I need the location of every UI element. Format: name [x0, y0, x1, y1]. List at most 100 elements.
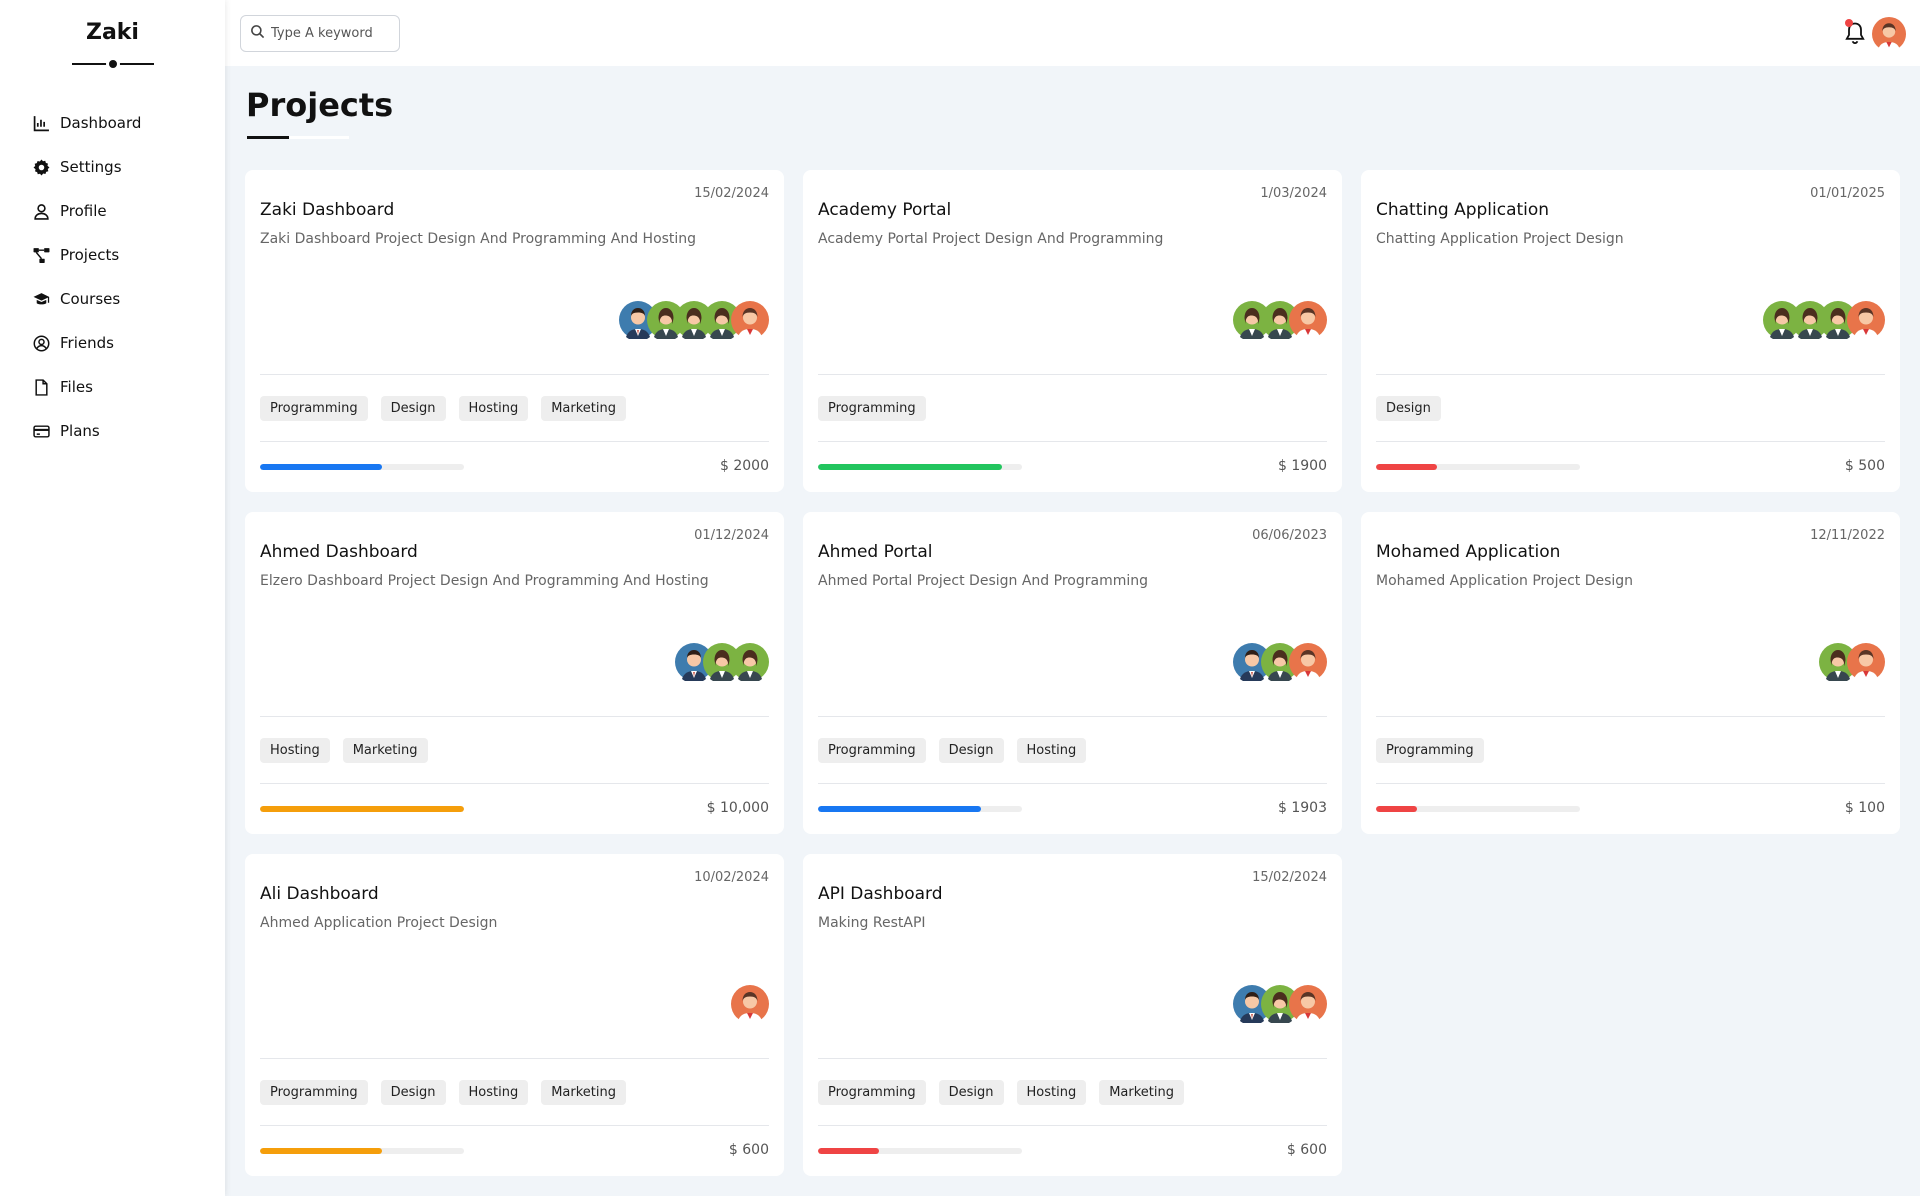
project-card[interactable]: 15/02/2024 API Dashboard Making RestAPI … — [803, 854, 1342, 1176]
avatar[interactable] — [1847, 301, 1885, 339]
tag-marketing[interactable]: Marketing — [1099, 1080, 1185, 1105]
project-title: Zaki Dashboard — [260, 200, 395, 220]
tag-design[interactable]: Design — [1376, 396, 1441, 421]
tag-marketing[interactable]: Marketing — [541, 396, 627, 421]
project-title: Ali Dashboard — [260, 884, 379, 904]
tag-list: Programming Design Hosting — [818, 738, 1087, 763]
tag-hosting[interactable]: Hosting — [458, 1080, 529, 1105]
team-avatars — [1763, 301, 1885, 339]
project-date: 01/12/2024 — [694, 528, 769, 543]
progress-fill — [260, 464, 383, 470]
progress-fill — [260, 1148, 383, 1154]
avatar[interactable] — [731, 985, 769, 1023]
projects-grid: 15/02/2024 Zaki Dashboard Zaki Dashboard… — [245, 170, 1900, 1176]
sidebar-nav: Dashboard Settings Profile Projects Cour… — [0, 101, 225, 453]
tag-hosting[interactable]: Hosting — [1016, 1080, 1087, 1105]
team-avatars — [619, 301, 769, 339]
progress-fill — [1376, 806, 1417, 812]
tag-programming[interactable]: Programming — [260, 1080, 368, 1105]
avatar[interactable] — [731, 643, 769, 681]
progress-fill — [818, 1148, 880, 1154]
project-price: $ 100 — [1844, 800, 1885, 816]
avatar[interactable] — [1872, 17, 1906, 54]
tag-design[interactable]: Design — [938, 738, 1004, 763]
project-title: Ahmed Portal — [818, 542, 933, 562]
sidebar-item-label: Plans — [60, 422, 100, 440]
tag-design[interactable]: Design — [380, 1080, 446, 1105]
avatar[interactable] — [731, 301, 769, 339]
notifications-button[interactable] — [1843, 19, 1867, 46]
tag-marketing[interactable]: Marketing — [541, 1080, 627, 1105]
project-date: 15/02/2024 — [1252, 870, 1327, 885]
avatar[interactable] — [1847, 643, 1885, 681]
sidebar-item-projects[interactable]: Projects — [0, 233, 225, 277]
sidebar-item-label: Projects — [60, 246, 120, 264]
project-card[interactable]: 01/01/2025 Chatting Application Chatting… — [1361, 170, 1900, 492]
project-card[interactable]: 1/03/2024 Academy Portal Academy Portal … — [803, 170, 1342, 492]
divider — [260, 441, 769, 442]
divider — [260, 1058, 769, 1059]
tag-programming[interactable]: Programming — [260, 396, 368, 421]
progress-bar — [260, 1148, 464, 1154]
credit-card-icon — [31, 421, 51, 441]
project-description: Zaki Dashboard Project Design And Progra… — [260, 231, 697, 247]
tag-marketing[interactable]: Marketing — [342, 738, 428, 763]
project-card[interactable]: 01/12/2024 Ahmed Dashboard Elzero Dashbo… — [245, 512, 784, 834]
project-title: API Dashboard — [818, 884, 943, 904]
user-circle-icon — [31, 333, 51, 353]
sidebar-item-friends[interactable]: Friends — [0, 321, 225, 365]
project-title: Academy Portal — [818, 200, 952, 220]
sidebar-item-settings[interactable]: Settings — [0, 145, 225, 189]
divider — [818, 783, 1327, 784]
search-box[interactable] — [240, 15, 400, 52]
avatar[interactable] — [1289, 985, 1327, 1023]
tag-programming[interactable]: Programming — [818, 396, 926, 421]
project-date: 1/03/2024 — [1260, 186, 1327, 201]
tag-hosting[interactable]: Hosting — [260, 738, 330, 763]
avatar[interactable] — [1289, 643, 1327, 681]
tag-design[interactable]: Design — [380, 396, 446, 421]
project-card[interactable]: 15/02/2024 Zaki Dashboard Zaki Dashboard… — [245, 170, 784, 492]
sidebar-item-plans[interactable]: Plans — [0, 409, 225, 453]
team-avatars — [1233, 985, 1327, 1023]
avatar[interactable] — [1289, 301, 1327, 339]
tag-design[interactable]: Design — [938, 1080, 1004, 1105]
project-price: $ 600 — [728, 1142, 769, 1158]
search-icon — [241, 24, 265, 43]
search-input[interactable] — [271, 26, 391, 41]
sidebar-item-courses[interactable]: Courses — [0, 277, 225, 321]
team-avatars — [675, 643, 769, 681]
tag-programming[interactable]: Programming — [818, 1080, 926, 1105]
project-title: Mohamed Application — [1376, 542, 1561, 562]
progress-bar — [818, 464, 1022, 470]
divider — [260, 1125, 769, 1126]
divider — [1376, 374, 1885, 375]
project-title: Ahmed Dashboard — [260, 542, 418, 562]
brand-title: Zaki — [86, 20, 139, 45]
project-card[interactable]: 06/06/2023 Ahmed Portal Ahmed Portal Pro… — [803, 512, 1342, 834]
diagram-icon — [31, 245, 51, 265]
progress-bar — [260, 464, 464, 470]
sidebar-item-dashboard[interactable]: Dashboard — [0, 101, 225, 145]
tag-hosting[interactable]: Hosting — [1016, 738, 1087, 763]
sidebar-item-files[interactable]: Files — [0, 365, 225, 409]
graduation-cap-icon — [31, 289, 51, 309]
project-description: Academy Portal Project Design And Progra… — [818, 231, 1164, 247]
project-date: 10/02/2024 — [694, 870, 769, 885]
project-card[interactable]: 10/02/2024 Ali Dashboard Ahmed Applicati… — [245, 854, 784, 1176]
project-price: $ 600 — [1286, 1142, 1327, 1158]
sidebar-item-profile[interactable]: Profile — [0, 189, 225, 233]
team-avatars — [731, 985, 769, 1023]
project-price: $ 1900 — [1278, 458, 1327, 474]
tag-programming[interactable]: Programming — [818, 738, 926, 763]
divider — [818, 1058, 1327, 1059]
project-card[interactable]: 12/11/2022 Mohamed Application Mohamed A… — [1361, 512, 1900, 834]
project-date: 01/01/2025 — [1810, 186, 1885, 201]
tag-hosting[interactable]: Hosting — [458, 396, 529, 421]
team-avatars — [1819, 643, 1885, 681]
progress-bar — [260, 806, 464, 812]
progress-bar — [1376, 806, 1580, 812]
brand-underline — [71, 57, 154, 71]
progress-fill — [818, 806, 982, 812]
tag-programming[interactable]: Programming — [1376, 738, 1484, 763]
